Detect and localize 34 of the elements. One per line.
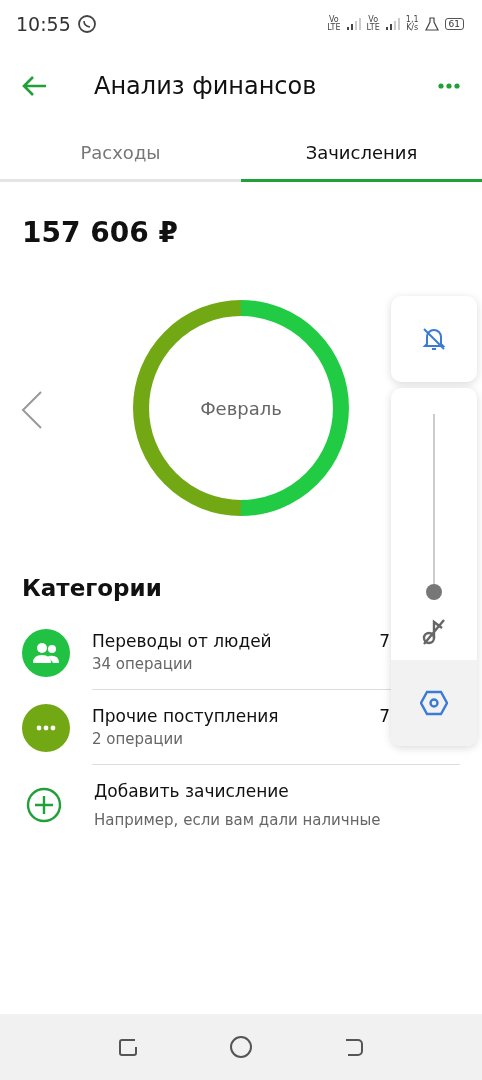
flask-icon [424,17,439,31]
category-name: Прочие поступления [92,706,280,726]
signal-icon [346,17,361,31]
mute-card[interactable] [391,296,477,382]
page-title: Анализ финансов [94,72,318,100]
section-title: Категории [22,575,162,601]
more-icon[interactable] [438,83,460,89]
battery-level: 61 [444,18,464,30]
category-amount: 7 [379,706,390,728]
bell-off-icon[interactable] [421,326,447,352]
back-icon[interactable] [343,1036,365,1058]
network-speed: 1,1 K/s [405,16,419,32]
total-amount: 157 606 ₽ [21,215,179,249]
add-icon[interactable] [26,787,62,823]
tab[interactable]: Зачисления [241,124,482,182]
slider-thumb[interactable] [426,584,442,600]
status-time: 10:55 [16,13,71,35]
operation-count: 34 операции [92,655,194,673]
category-name: Переводы от людей [92,631,273,651]
add-income-title[interactable]: Добавить зачисление [94,781,381,801]
signal-icon [385,17,400,31]
network-label: Vo LTE [327,16,341,32]
add-income-hint: Например, если вам дали наличные [94,811,381,829]
operation-count: 2 операции [92,730,184,748]
month-label: Февраль [200,397,282,419]
back-arrow-icon[interactable] [22,75,48,97]
tab[interactable]: Расходы [0,124,241,182]
category-amount: 7 [379,631,390,653]
chat-app-icon [76,14,97,34]
home-icon[interactable] [229,1035,253,1059]
settings-icon[interactable] [420,690,448,716]
recent-apps-icon[interactable] [117,1036,139,1058]
network-label: Vo LTE [366,16,380,32]
chevron-left-icon[interactable] [20,390,44,430]
